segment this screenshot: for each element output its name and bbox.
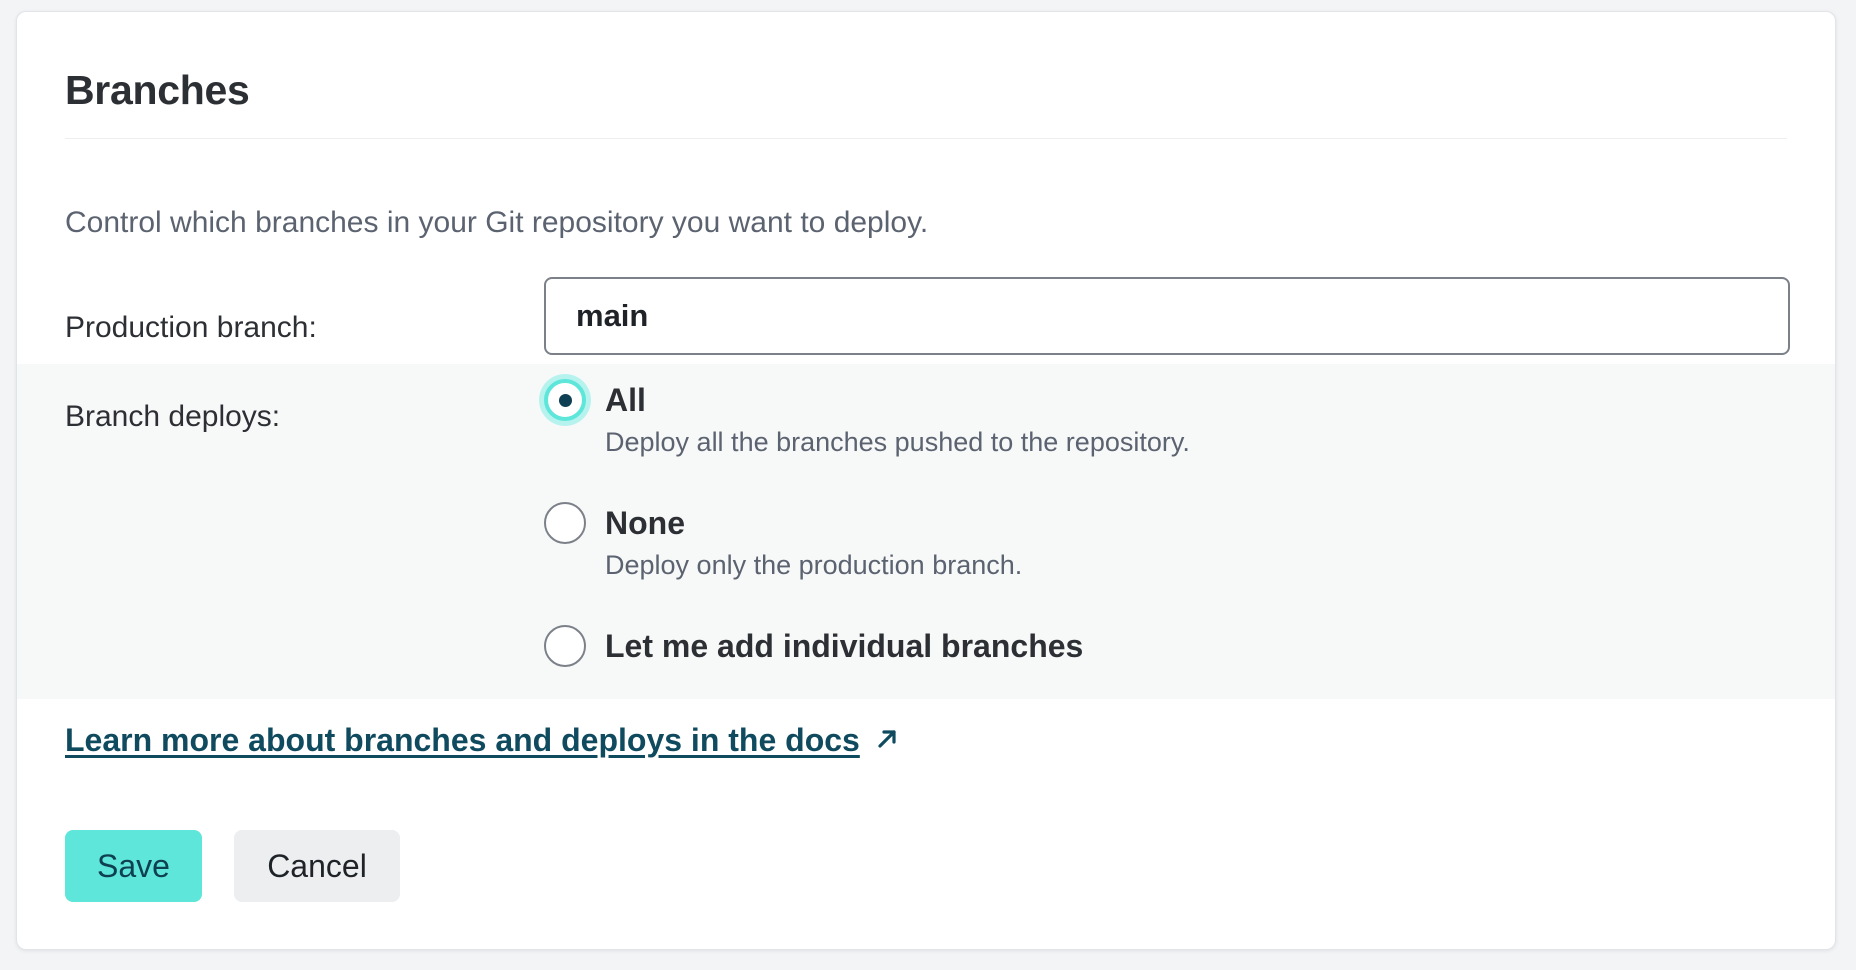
- section-title: Branches: [65, 67, 250, 113]
- branch-deploys-label: Branch deploys:: [65, 400, 281, 433]
- branches-settings-card: Branches Control which branches in your …: [16, 11, 1836, 950]
- radio-all-description: Deploy all the branches pushed to the re…: [605, 427, 1190, 457]
- radio-none[interactable]: [544, 502, 586, 544]
- external-link-arrow-icon[interactable]: [874, 724, 902, 752]
- radio-none-description: Deploy only the production branch.: [605, 550, 1023, 580]
- docs-link[interactable]: Learn more about branches and deploys in…: [65, 724, 860, 756]
- production-branch-label: Production branch:: [65, 311, 317, 344]
- section-description: Control which branches in your Git repos…: [65, 206, 929, 239]
- radio-all-label: All: [605, 382, 646, 418]
- save-button[interactable]: Save: [65, 830, 202, 902]
- radio-none-label: None: [605, 505, 685, 541]
- radio-individual-label: Let me add individual branches: [605, 628, 1084, 664]
- radio-all[interactable]: [544, 379, 586, 421]
- production-branch-input[interactable]: [544, 277, 1790, 355]
- cancel-button[interactable]: Cancel: [234, 830, 400, 902]
- radio-individual[interactable]: [544, 625, 586, 667]
- title-divider: [65, 138, 1787, 139]
